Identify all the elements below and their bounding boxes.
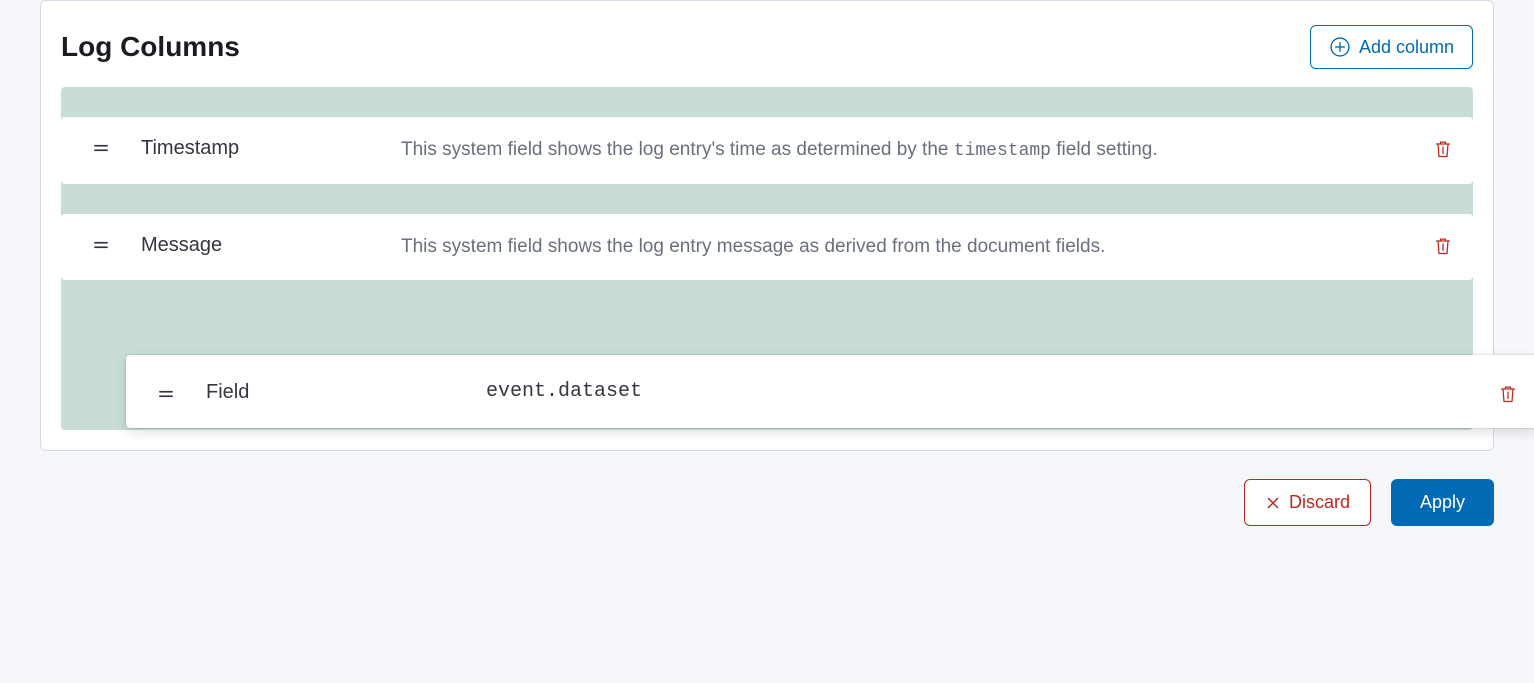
trash-icon[interactable] bbox=[1498, 384, 1518, 404]
footer-actions: Discard Apply bbox=[40, 479, 1494, 526]
panel-title: Log Columns bbox=[61, 31, 240, 63]
trash-icon[interactable] bbox=[1433, 236, 1453, 256]
column-description: This system field shows the log entry me… bbox=[401, 232, 1413, 262]
close-icon bbox=[1265, 495, 1281, 511]
add-column-label: Add column bbox=[1359, 37, 1454, 58]
discard-button[interactable]: Discard bbox=[1244, 479, 1371, 526]
drag-handle-icon[interactable] bbox=[81, 232, 121, 254]
column-row-field-dragging[interactable]: Field event.dataset bbox=[126, 355, 1534, 428]
discard-label: Discard bbox=[1289, 492, 1350, 513]
plus-circle-icon bbox=[1329, 36, 1351, 58]
log-columns-panel: Log Columns Add column bbox=[40, 0, 1494, 451]
column-row-timestamp: Timestamp This system field shows the lo… bbox=[61, 117, 1473, 184]
drag-handle-icon[interactable] bbox=[146, 381, 186, 403]
field-value: event.dataset bbox=[486, 380, 1478, 403]
apply-button[interactable]: Apply bbox=[1391, 479, 1494, 526]
trash-icon[interactable] bbox=[1433, 139, 1453, 159]
column-name: Message bbox=[121, 232, 401, 257]
column-row-message: Message This system field shows the log … bbox=[61, 214, 1473, 280]
drag-handle-icon[interactable] bbox=[81, 135, 121, 157]
column-name: Timestamp bbox=[121, 135, 401, 160]
add-column-button[interactable]: Add column bbox=[1310, 25, 1473, 69]
apply-label: Apply bbox=[1420, 492, 1465, 513]
column-description: This system field shows the log entry's … bbox=[401, 135, 1413, 166]
desc-text: field setting. bbox=[1051, 139, 1158, 160]
desc-code: timestamp bbox=[954, 141, 1051, 161]
column-name: Field bbox=[186, 379, 486, 404]
columns-drop-area: Timestamp This system field shows the lo… bbox=[61, 87, 1473, 430]
desc-text: This system field shows the log entry's … bbox=[401, 139, 954, 160]
panel-header: Log Columns Add column bbox=[61, 21, 1473, 69]
